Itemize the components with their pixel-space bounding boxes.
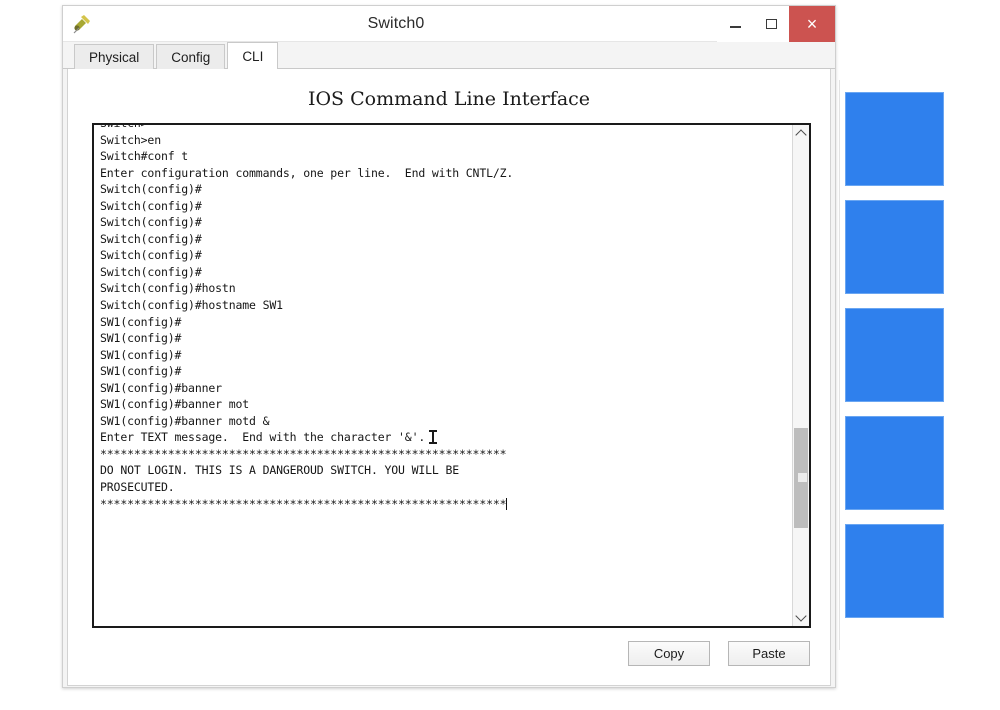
close-icon: × (806, 14, 818, 34)
terminal-line: SW1(config)# (100, 364, 182, 379)
terminal-line: ****************************************… (100, 446, 507, 461)
scroll-up-button[interactable] (793, 125, 809, 142)
terminal-line: SW1(config)#banner (100, 380, 222, 395)
maximize-icon (765, 19, 777, 29)
tab-cli[interactable]: CLI (227, 42, 279, 69)
scrollbar-thumb[interactable] (794, 428, 808, 529)
terminal-line: Switch>en (100, 132, 161, 147)
paste-button[interactable]: Paste (728, 641, 810, 666)
terminal-line: Enter TEXT message. End with the charact… (100, 429, 792, 446)
terminal-line: Switch(config)# (100, 198, 202, 213)
terminal-line: PROSECUTED. (100, 480, 175, 495)
terminal-line: Enter configuration commands, one per li… (100, 165, 514, 180)
tab-physical[interactable]: Physical (74, 44, 155, 69)
terminal-line: DO NOT LOGIN. THIS IS A DANGEROUD SWITCH… (100, 463, 460, 478)
minimize-icon (729, 26, 741, 28)
terminal-line: SW1(config)# (100, 331, 182, 346)
terminal-line: Switch(config)# (100, 264, 202, 279)
panel-divider (839, 80, 840, 650)
terminal-line: Switch(config)#hostn (100, 281, 236, 296)
terminal-line: Switch(config)# (100, 182, 202, 197)
terminal-line: SW1(config)# (100, 314, 182, 329)
terminal-container: Switch> Switch>en Switch#conf t Enter confi… (92, 123, 811, 628)
text-caret (506, 497, 508, 510)
terminal-line: Switch> (100, 123, 148, 130)
title-bar: Switch0 × (63, 6, 835, 42)
terminal-line: SW1(config)#banner motd & (100, 413, 270, 428)
blue-blocks-panel (839, 0, 955, 710)
blue-block (845, 92, 944, 186)
copy-button[interactable]: Copy (628, 641, 710, 666)
page-title: IOS Command Line Interface (307, 88, 591, 110)
terminal-line: ****************************************… (100, 496, 508, 511)
terminal-line: Switch(config)# (100, 231, 202, 246)
blue-block (845, 524, 944, 618)
switch0-window: Switch0 × Physical Config CLI IOS Comman… (62, 5, 836, 688)
maximize-button[interactable] (753, 6, 789, 42)
terminal-line: Switch(config)#hostname SW1 (100, 298, 283, 313)
terminal-line: SW1(config)#banner mot (100, 397, 250, 412)
chevron-down-icon (795, 610, 807, 622)
minimize-button[interactable] (717, 6, 753, 42)
tab-strip: Physical Config CLI (63, 42, 835, 69)
scroll-down-button[interactable] (793, 609, 809, 626)
terminal-line: Switch#conf t (100, 149, 189, 164)
terminal-line: Switch(config)# (100, 215, 202, 230)
blue-block (845, 308, 944, 402)
tab-config[interactable]: Config (156, 44, 226, 69)
blue-block (845, 200, 944, 294)
terminal-output[interactable]: Switch> Switch>en Switch#conf t Enter confi… (94, 123, 792, 626)
terminal-scrollbar[interactable] (792, 125, 809, 626)
cli-panel: IOS Command Line Interface Switch> Switch… (67, 69, 831, 686)
pushpin-icon (73, 15, 90, 34)
action-button-row: Copy Paste (628, 641, 810, 666)
blue-block (845, 416, 944, 510)
chevron-up-icon (795, 129, 807, 141)
terminal-line: Switch(config)# (100, 248, 202, 263)
scrollbar-thumb-grip (798, 473, 807, 483)
i-beam-cursor-icon (429, 430, 438, 444)
close-button[interactable]: × (789, 6, 835, 42)
terminal-line: SW1(config)# (100, 347, 182, 362)
